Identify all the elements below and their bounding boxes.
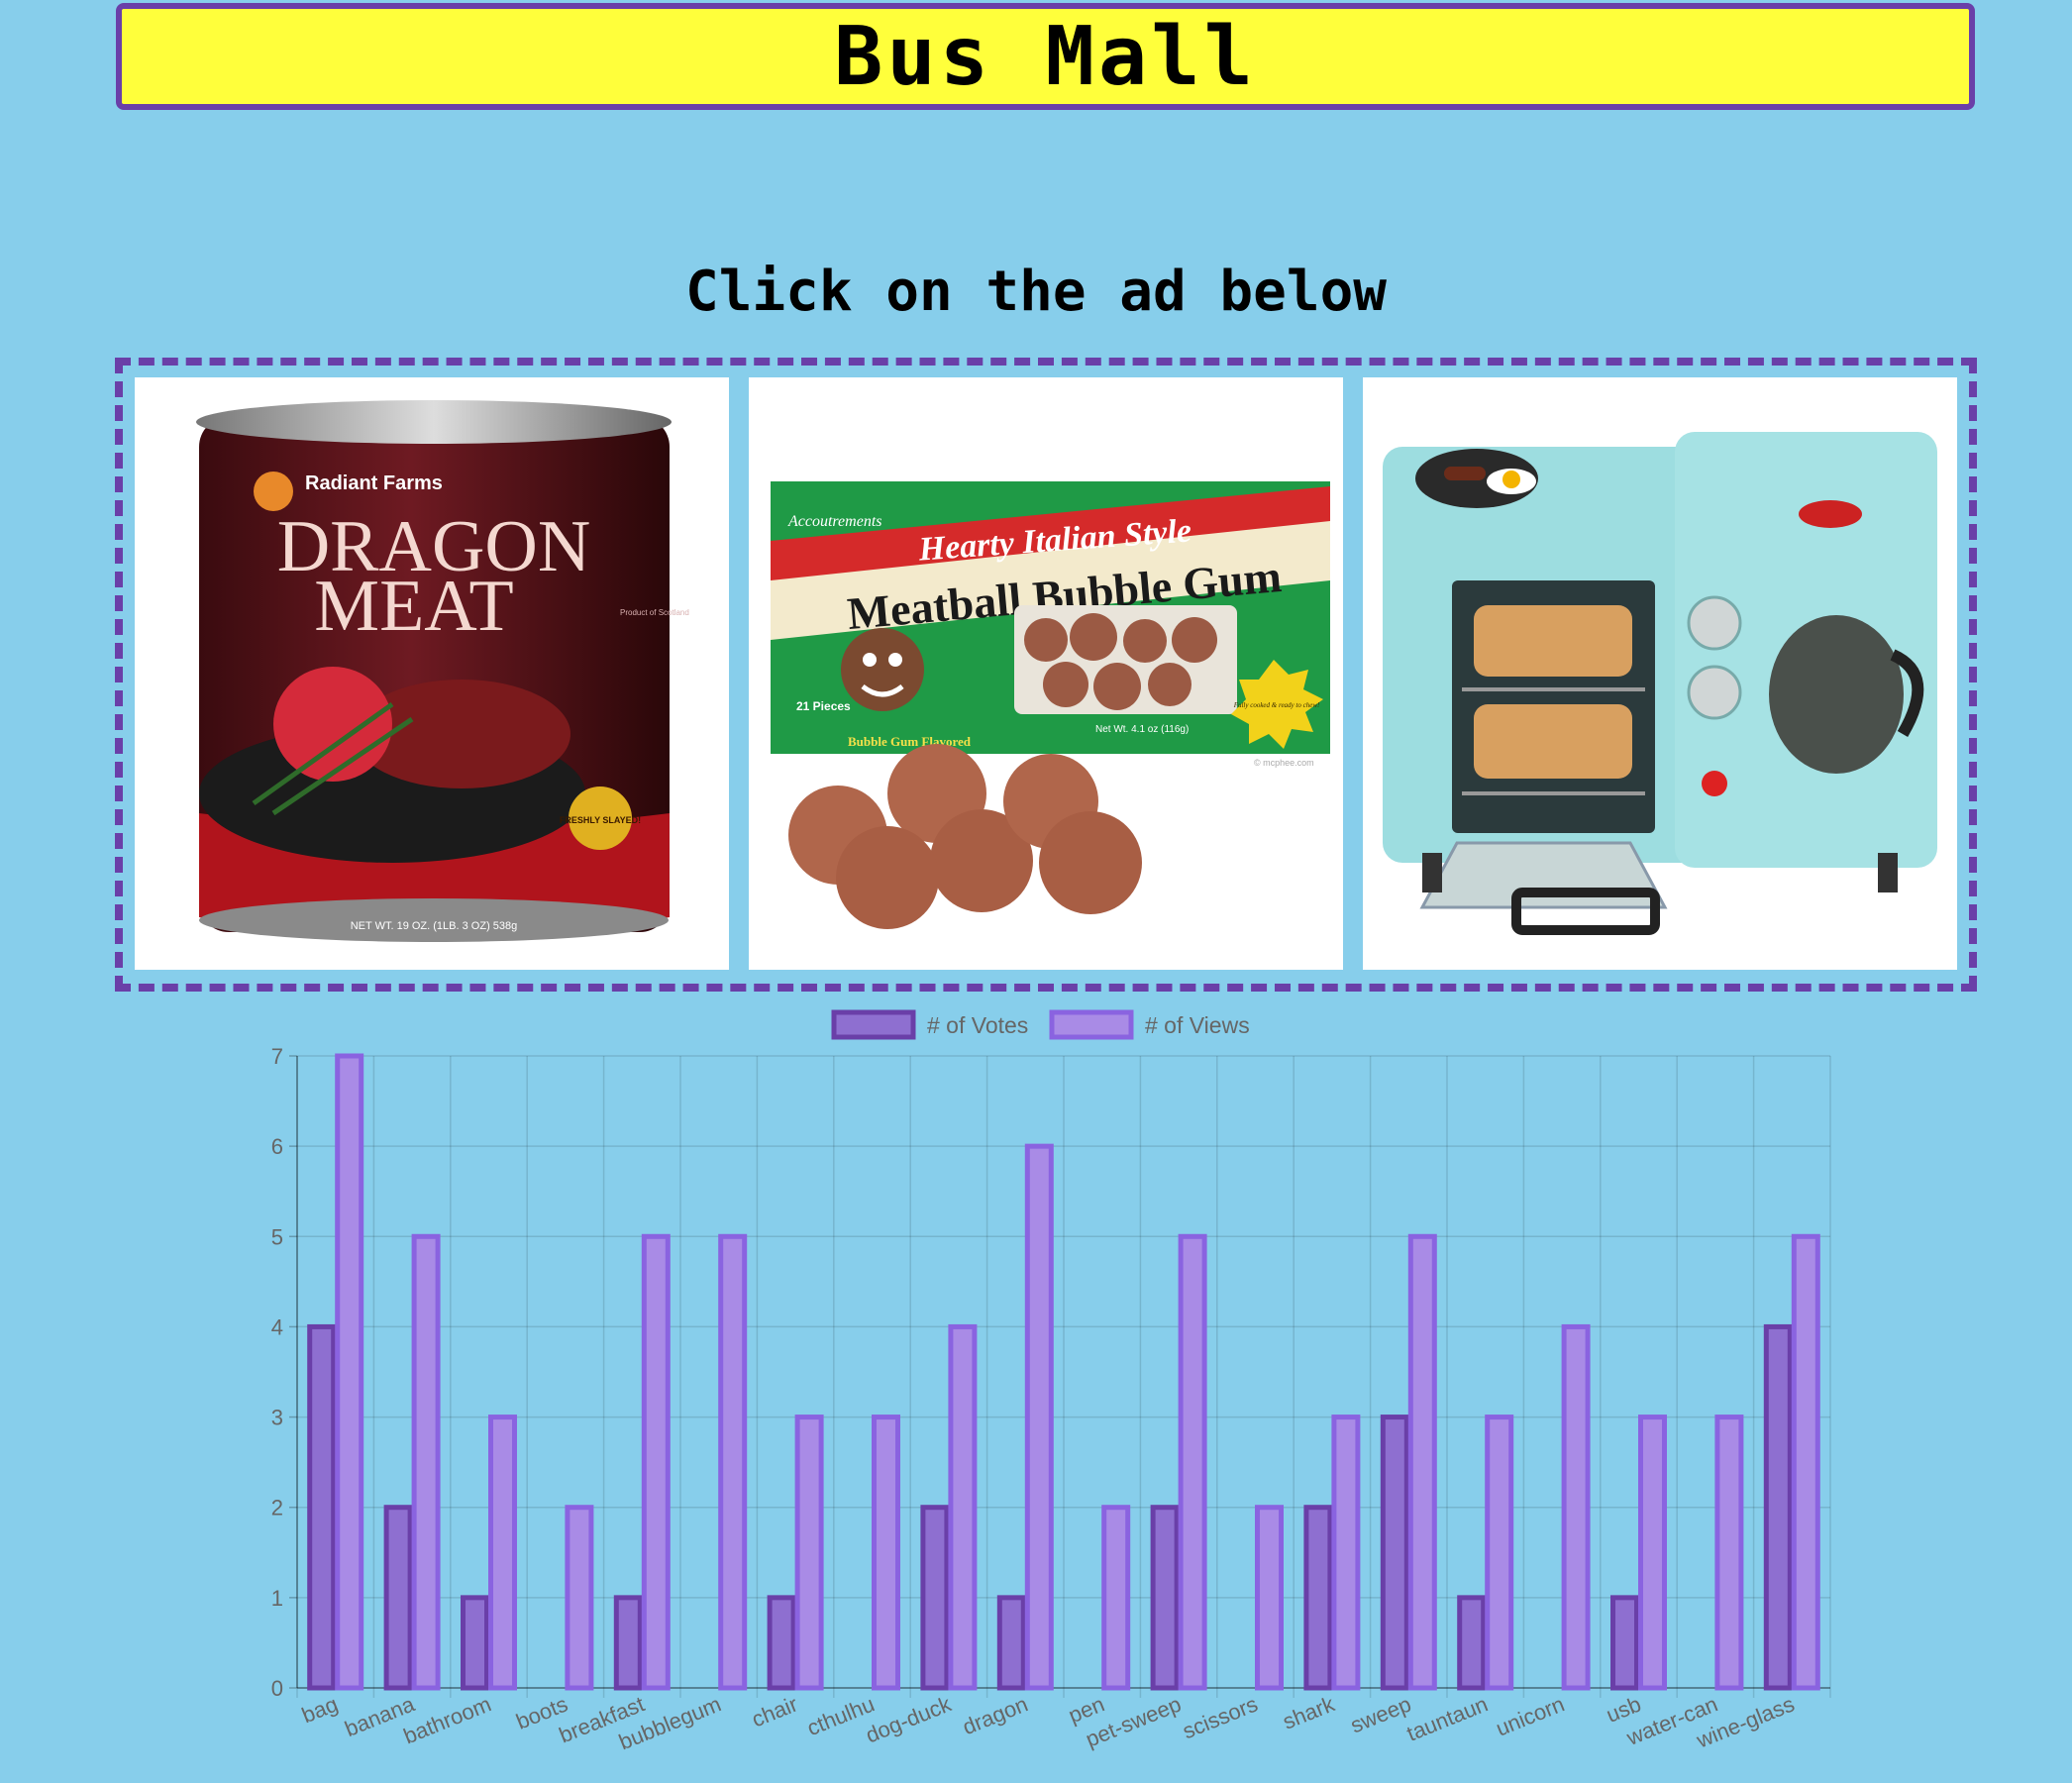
bar-views-wine-glass <box>1791 1233 1820 1691</box>
ad-burst-text: Fully cooked & ready to chew! <box>1233 701 1320 709</box>
product-image-breakfast[interactable] <box>1363 377 1957 970</box>
bar-views-sweep <box>1407 1233 1437 1691</box>
y-tick-label: 4 <box>271 1314 283 1339</box>
y-tick-label: 2 <box>271 1496 283 1521</box>
ad-credit: © mcphee.com <box>1254 758 1314 768</box>
bar-views-unicorn <box>1561 1323 1591 1691</box>
x-tick-label: sweep <box>1347 1691 1414 1737</box>
instructions-heading: Click on the ad below <box>684 260 1387 324</box>
bar-votes-bathroom <box>461 1595 489 1691</box>
votes-views-bar-chart: 01234567bag bananabathroom bootsbreakfastb… <box>271 1009 1831 1754</box>
ad-pieces: 21 Pieces <box>796 699 851 713</box>
x-tick-label: unicorn <box>1493 1691 1568 1740</box>
bar-views-breakfast <box>641 1233 671 1691</box>
page-title: Bus Mall <box>834 9 1257 104</box>
bar-votes-chair <box>767 1595 796 1691</box>
bar-views-dragon <box>1024 1143 1054 1691</box>
bar-views-pet-sweep <box>1178 1233 1207 1691</box>
x-tick-label: chair <box>748 1691 801 1731</box>
legend-swatch-1 <box>1049 1009 1134 1040</box>
x-tick-label: shark <box>1280 1691 1339 1734</box>
bar-votes-pet-sweep <box>1150 1505 1180 1691</box>
ad-container: Radiant Farms DRAGON MEAT Product of Sco… <box>115 358 1977 992</box>
bar-votes-tauntaun <box>1457 1595 1487 1691</box>
bar-views-cthulhu <box>872 1415 900 1691</box>
product-image-dragon[interactable]: Radiant Farms DRAGON MEAT Product of Sco… <box>135 377 729 970</box>
bar-views-bag <box>335 1053 364 1691</box>
ad-small-text: Product of Scotland <box>620 608 689 617</box>
page-header: Bus Mall <box>116 3 1975 110</box>
product-image-bubblegum[interactable]: Accoutrements Hearty Italian Style Meatb… <box>749 377 1343 970</box>
bar-views-usb <box>1638 1415 1667 1691</box>
bar-votes-wine-glass <box>1763 1323 1793 1691</box>
bar-views-pen <box>1101 1505 1131 1691</box>
bar-votes-sweep <box>1380 1415 1409 1691</box>
y-tick-label: 5 <box>271 1224 283 1249</box>
votes-chart: 0 1 2 3 4 5 6 7 bag banana bathroom boots breakfast b… <box>0 996 2072 1783</box>
bar-votes-breakfast <box>613 1595 643 1691</box>
bar-views-water-can <box>1714 1415 1744 1691</box>
bar-views-dog-duck <box>948 1323 978 1691</box>
bar-views-bubblegum <box>718 1233 748 1691</box>
y-tick-label: 3 <box>271 1406 283 1430</box>
legend-label-1: # of Views <box>1145 1012 1250 1038</box>
bar-votes-dragon <box>996 1595 1026 1691</box>
x-tick-label: scissors <box>1179 1691 1261 1743</box>
meatball-bubblegum-image: Accoutrements Hearty Italian Style Meatb… <box>771 481 1330 929</box>
bar-votes-usb <box>1610 1595 1639 1691</box>
x-tick-label: tauntaun <box>1403 1691 1492 1745</box>
ad-brand: Radiant Farms <box>305 472 443 494</box>
y-tick-label: 6 <box>271 1134 283 1159</box>
bar-votes-banana <box>383 1505 413 1691</box>
ad-title-line2: MEAT <box>314 566 513 647</box>
legend-swatch-0 <box>831 1009 916 1040</box>
x-tick-label: bag <box>298 1691 341 1728</box>
bar-views-bathroom <box>488 1415 517 1691</box>
legend-label-0: # of Votes <box>927 1012 1028 1038</box>
x-tick-label: dragon <box>959 1691 1031 1739</box>
ad-badge: FRESHLY SLAYED! <box>560 815 641 825</box>
ad-net-weight: Net Wt. 4.1 oz (116g) <box>1095 724 1189 735</box>
x-tick-label: bathroom <box>400 1691 495 1748</box>
bar-votes-shark <box>1303 1505 1333 1691</box>
y-tick-label: 1 <box>271 1586 283 1611</box>
y-tick-label: 7 <box>271 1044 283 1069</box>
x-tick-label: dog-duck <box>862 1691 955 1747</box>
breakfast-maker-image <box>1383 432 1937 935</box>
ad-weight: NET WT. 19 OZ. (1LB. 3 OZ) 538g <box>351 920 518 932</box>
bar-votes-dog-duck <box>920 1505 950 1691</box>
bar-views-shark <box>1331 1415 1361 1691</box>
dragon-meat-can-image: Radiant Farms DRAGON MEAT Product of Sco… <box>196 400 689 942</box>
bar-views-chair <box>794 1415 824 1691</box>
bar-views-banana <box>411 1233 441 1691</box>
y-tick-label: 0 <box>271 1676 283 1701</box>
bar-views-scissors <box>1255 1505 1284 1691</box>
ad-brand: Accoutrements <box>787 513 881 530</box>
bar-votes-bag <box>307 1323 337 1691</box>
bar-views-boots <box>565 1505 594 1691</box>
bar-views-tauntaun <box>1485 1415 1514 1691</box>
